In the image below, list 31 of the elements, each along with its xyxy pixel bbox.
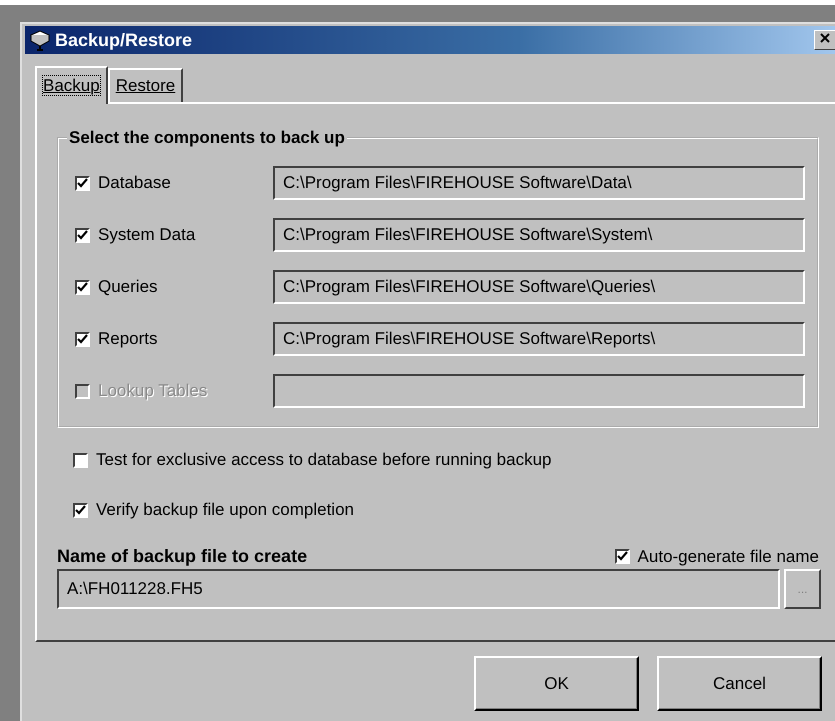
checkbox-label: Lookup Tables bbox=[98, 381, 208, 401]
checkbox[interactable] bbox=[73, 452, 88, 468]
checkbox-label: Auto-generate file name bbox=[638, 546, 819, 566]
checkbox[interactable] bbox=[73, 502, 88, 518]
close-button[interactable] bbox=[814, 30, 835, 50]
path-field[interactable]: C:\Program Files\FIREHOUSE Software\System\ bbox=[273, 218, 805, 252]
checkbox[interactable] bbox=[75, 176, 90, 190]
ok-button[interactable]: OK bbox=[474, 656, 639, 711]
checkbox[interactable] bbox=[75, 280, 90, 294]
checkbox[interactable] bbox=[614, 549, 630, 564]
path-field[interactable]: C:\Program Files\FIREHOUSE Software\Queries\ bbox=[273, 270, 805, 304]
cancel-button[interactable]: Cancel bbox=[657, 656, 822, 711]
file-name-label: Name of backup file to create bbox=[57, 546, 308, 567]
window-title: Backup/Restore bbox=[55, 30, 194, 50]
checkbox[interactable] bbox=[75, 332, 90, 346]
checkbox-label: Verify backup file upon completion bbox=[96, 500, 354, 520]
path-field[interactable] bbox=[273, 374, 805, 408]
checkbox-label: System Data bbox=[98, 225, 196, 245]
path-field[interactable]: C:\Program Files\FIREHOUSE Software\Reports\ bbox=[273, 322, 805, 356]
checkbox[interactable] bbox=[75, 228, 90, 242]
checkbox-label: Database bbox=[98, 173, 171, 193]
path-field[interactable]: C:\Program Files\FIREHOUSE Software\Data\ bbox=[273, 166, 805, 200]
tab[interactable]: Backup bbox=[35, 66, 108, 104]
checkbox-label: Test for exclusive access to database before running backup bbox=[96, 450, 552, 470]
file-name-field[interactable]: A:\FH011228.FH5 bbox=[57, 569, 780, 609]
close-icon bbox=[819, 32, 831, 44]
checkbox-label: Reports bbox=[98, 329, 158, 349]
tab[interactable]: Restore bbox=[108, 68, 184, 102]
checkbox-label: Queries bbox=[98, 277, 158, 297]
group-title: Select the components to back up bbox=[68, 128, 346, 148]
backup-icon bbox=[29, 29, 51, 51]
